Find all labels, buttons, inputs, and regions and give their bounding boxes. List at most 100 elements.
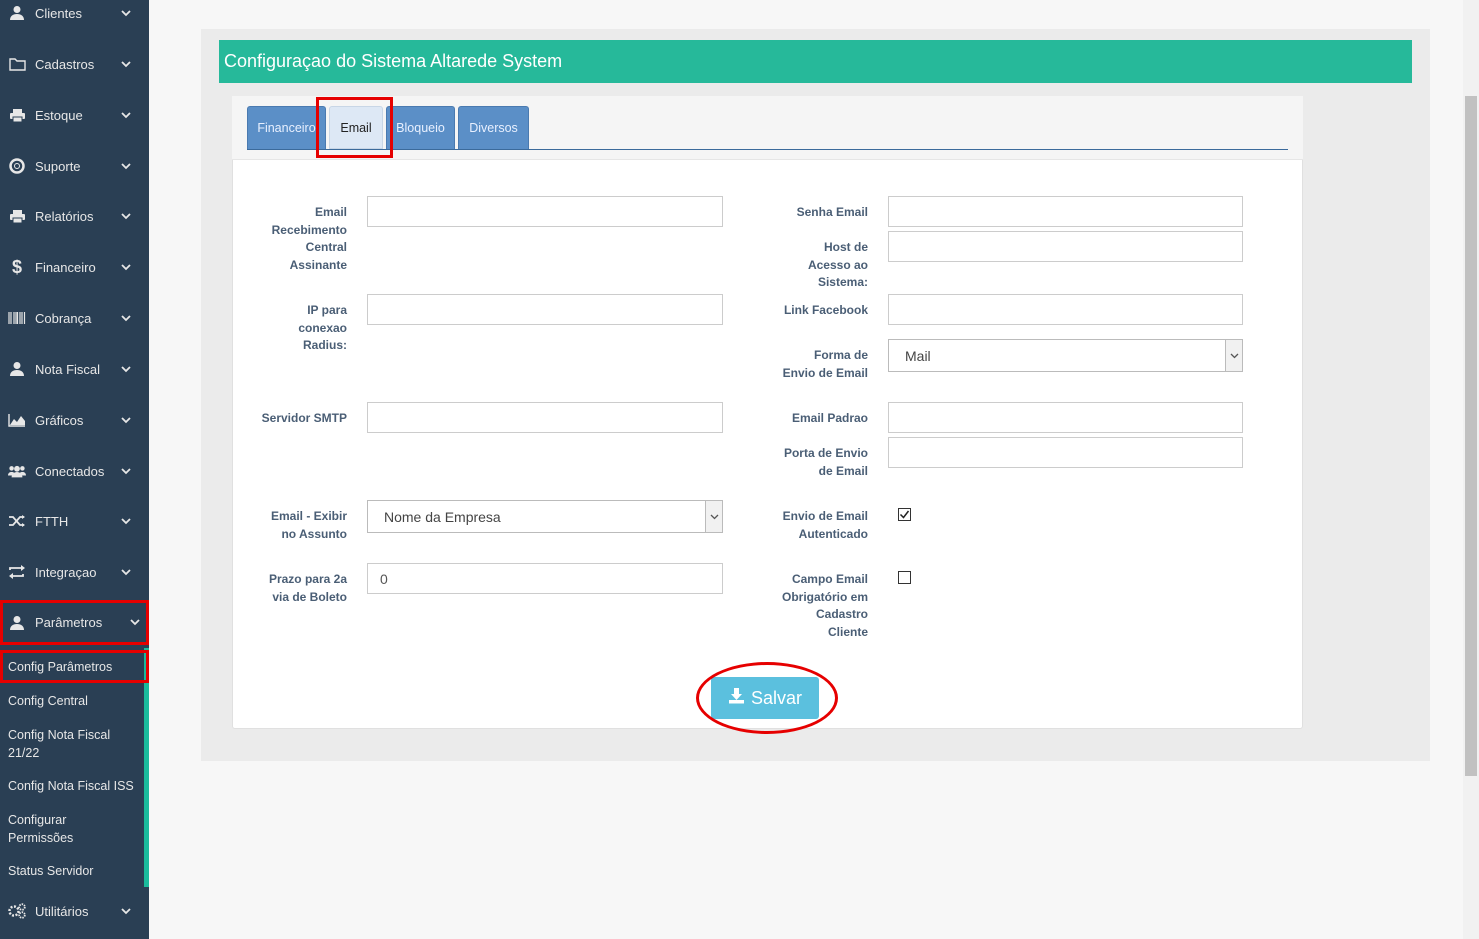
porta-envio-input[interactable]: [888, 437, 1243, 468]
porta-envio-label: Porta de Envio de Email: [783, 446, 868, 478]
prazo-boleto-label: Prazo para 2a via de Boleto: [268, 572, 347, 604]
sidebar-item-parametros[interactable]: Parâmetros: [0, 600, 149, 645]
chevron-down-icon: [119, 365, 133, 373]
link-facebook-label: Link Facebook: [783, 303, 868, 317]
sidebar-item-label: Integraçao: [35, 564, 97, 580]
submenu-item-config-nota-fiscal-2122[interactable]: Config Nota Fiscal 21/22: [0, 726, 144, 762]
chevron-down-icon: [119, 60, 133, 68]
email-recebimento-label: Email Recebimento Central Assinante: [271, 205, 347, 273]
printer-icon: [8, 209, 26, 224]
lifebuoy-icon: [8, 158, 26, 174]
sidebar-item-graficos[interactable]: Gráficos: [0, 400, 149, 440]
sidebar-item-label: Utilitários: [35, 903, 89, 919]
tab-diversos[interactable]: Diversos: [458, 106, 529, 149]
email-recebimento-input[interactable]: [367, 196, 723, 227]
chevron-down-icon: [119, 314, 133, 322]
sidebar-item-label: Parâmetros: [35, 615, 103, 630]
ip-radius-label: IP para conexao Radius:: [298, 303, 347, 353]
check-icon: [899, 510, 910, 519]
email-assunto-select[interactable]: Nome da Empresa: [367, 500, 723, 533]
envio-autenticado-label: Envio de Email Autenticado: [782, 509, 868, 541]
email-assunto-label: Email - Exibir no Assunto: [270, 509, 347, 541]
chevron-down-icon: [119, 907, 133, 915]
sidebar-item-conectados[interactable]: Conectados: [0, 451, 149, 491]
area-chart-icon: [8, 413, 26, 427]
sidebar-item-relatorios[interactable]: Relatórios: [0, 196, 149, 236]
folder-icon: [8, 57, 26, 71]
email-assunto-value: Nome da Empresa: [384, 508, 501, 525]
sidebar-item-label: Clientes: [35, 5, 82, 21]
sidebar-item-label: Suporte: [35, 158, 81, 174]
tab-email[interactable]: Email: [329, 106, 383, 149]
submenu-item-status-servidor[interactable]: Status Servidor: [0, 862, 144, 880]
submenu-item-config-parametros[interactable]: Config Parâmetros: [0, 650, 149, 683]
sidebar-item-label: Financeiro: [35, 259, 96, 275]
sidebar-item-label: Cobrança: [35, 310, 92, 326]
save-button[interactable]: Salvar: [711, 677, 819, 719]
sidebar-item-ftth[interactable]: FTTH: [0, 501, 149, 541]
chevron-down-icon: [119, 517, 133, 525]
chevron-down-icon: [119, 9, 133, 17]
sidebar-item-label: FTTH: [35, 513, 69, 529]
sidebar: Clientes Cadastros Estoque Suporte Relat…: [0, 0, 149, 939]
sidebar-item-label: Cadastros: [35, 56, 95, 72]
user-icon: [8, 5, 26, 21]
link-facebook-input[interactable]: [888, 294, 1243, 325]
sidebar-item-integracao[interactable]: Integraçao: [0, 552, 149, 592]
envio-autenticado-checkbox[interactable]: [898, 508, 911, 521]
submenu-item-config-nota-fiscal-iss[interactable]: Config Nota Fiscal ISS: [0, 777, 144, 795]
forma-envio-label: Forma de Envio de Email: [782, 348, 868, 380]
sidebar-item-cobranca[interactable]: Cobrança: [0, 298, 149, 338]
sidebar-item-clientes[interactable]: Clientes: [0, 0, 149, 33]
chevron-down-icon: [119, 416, 133, 424]
chevron-down-icon: [119, 162, 133, 170]
senha-email-input[interactable]: [888, 196, 1243, 227]
host-acesso-input[interactable]: [888, 231, 1243, 262]
sidebar-item-label: Conectados: [35, 463, 105, 479]
sidebar-item-cadastros[interactable]: Cadastros: [0, 44, 149, 84]
campo-obrigatorio-checkbox[interactable]: [898, 571, 911, 584]
submenu-item-config-central[interactable]: Config Central: [0, 692, 144, 710]
submenu-item-configurar-permissoes[interactable]: Configurar Permissões: [0, 811, 120, 847]
shuffle-icon: [8, 514, 26, 528]
sidebar-item-label: Gráficos: [35, 412, 84, 428]
tab-bloqueio[interactable]: Bloqueio: [386, 106, 455, 149]
chevron-down-icon: [1225, 340, 1242, 371]
chevron-down-icon: [119, 568, 133, 576]
host-acesso-label: Host de Acesso ao Sistema:: [807, 240, 868, 290]
scrollbar-thumb[interactable]: [1465, 96, 1477, 776]
sidebar-item-estoque[interactable]: Estoque: [0, 95, 149, 135]
tab-financeiro[interactable]: Financeiro: [247, 106, 326, 149]
gears-icon: [8, 903, 26, 919]
users-icon: [8, 464, 26, 479]
user-icon: [8, 615, 26, 631]
sidebar-item-suporte[interactable]: Suporte: [0, 146, 149, 186]
servidor-smtp-label: Servidor SMTP: [261, 411, 347, 425]
chevron-down-icon: [119, 212, 133, 220]
forma-envio-select[interactable]: Mail: [888, 339, 1243, 372]
sidebar-item-label: Nota Fiscal: [35, 361, 101, 377]
sidebar-item-nota-fiscal[interactable]: Nota Fiscal: [0, 349, 149, 389]
forma-envio-value: Mail: [905, 347, 931, 364]
email-padrao-label: Email Padrao: [791, 411, 868, 425]
save-button-label: Salvar: [750, 687, 803, 708]
ip-radius-input[interactable]: [367, 294, 723, 325]
sidebar-item-utilitarios[interactable]: Utilitários: [0, 891, 149, 931]
page-title: Configuraçao do Sistema Altarede System: [219, 40, 1412, 83]
dollar-icon: $: [11, 256, 22, 277]
exchange-icon: [8, 565, 26, 579]
sidebar-item-financeiro[interactable]: $ Financeiro: [0, 247, 149, 287]
campo-obrigatorio-label: Campo Email Obrigatório em Cadastro Clie…: [781, 572, 868, 640]
prazo-boleto-input[interactable]: 0: [367, 563, 723, 594]
chevron-down-icon: [119, 111, 133, 119]
user-icon: [8, 361, 26, 377]
email-padrao-input[interactable]: [888, 402, 1243, 433]
sidebar-item-label: Relatórios: [35, 208, 94, 224]
barcode-icon: [8, 311, 26, 325]
chevron-down-icon: [119, 263, 133, 271]
senha-email-label: Senha Email: [796, 205, 868, 219]
printer-icon: [8, 108, 26, 123]
servidor-smtp-input[interactable]: [367, 402, 723, 433]
chevron-down-icon: [128, 619, 142, 626]
page-scrollbar[interactable]: [1463, 0, 1479, 939]
